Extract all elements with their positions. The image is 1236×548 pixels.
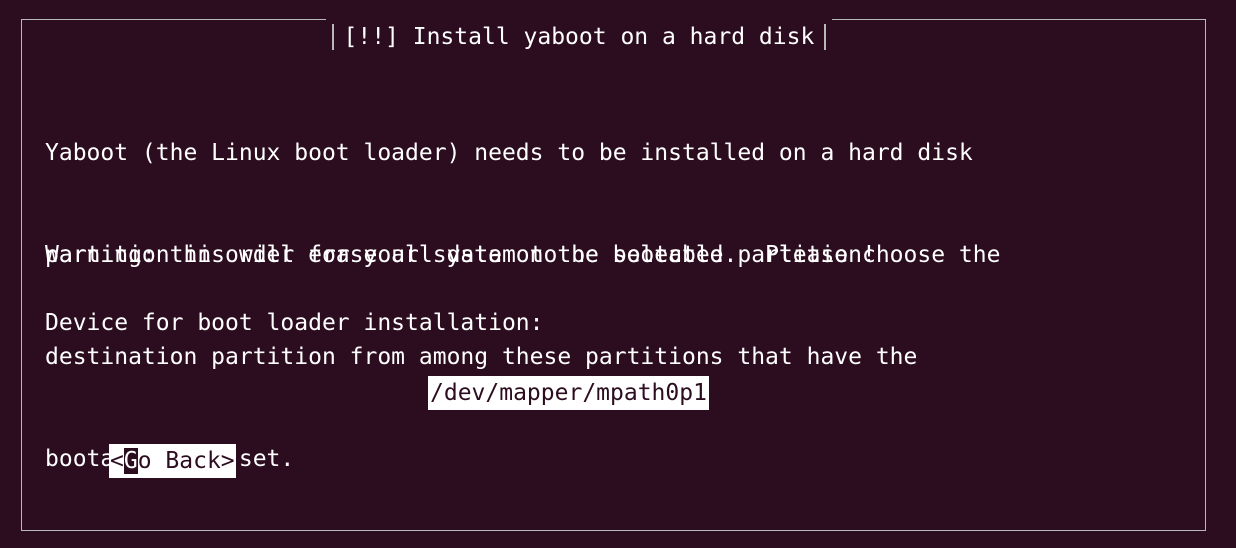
dialog-title-text: [!!] Install yaboot on a hard disk xyxy=(343,24,815,50)
go-back-label: o Back> xyxy=(137,448,235,474)
go-back-hotkey: G xyxy=(123,448,138,474)
go-back-button[interactable]: <Go Back> xyxy=(109,444,236,478)
description-line: destination partition from among these p… xyxy=(45,344,918,370)
installer-screen: [!!] Install yaboot on a hard disk Yaboo… xyxy=(0,0,1236,548)
dialog-title: [!!] Install yaboot on a hard disk xyxy=(326,19,832,55)
warning-text: Warning: this will erase all data on the… xyxy=(45,242,876,268)
title-right-tick xyxy=(824,24,826,50)
device-option-selected[interactable]: /dev/mapper/mpath0p1 xyxy=(428,376,709,410)
device-label: Device for boot loader installation: xyxy=(45,310,544,336)
description-line: Yaboot (the Linux boot loader) needs to … xyxy=(45,140,973,166)
go-back-prefix: < xyxy=(110,448,124,474)
